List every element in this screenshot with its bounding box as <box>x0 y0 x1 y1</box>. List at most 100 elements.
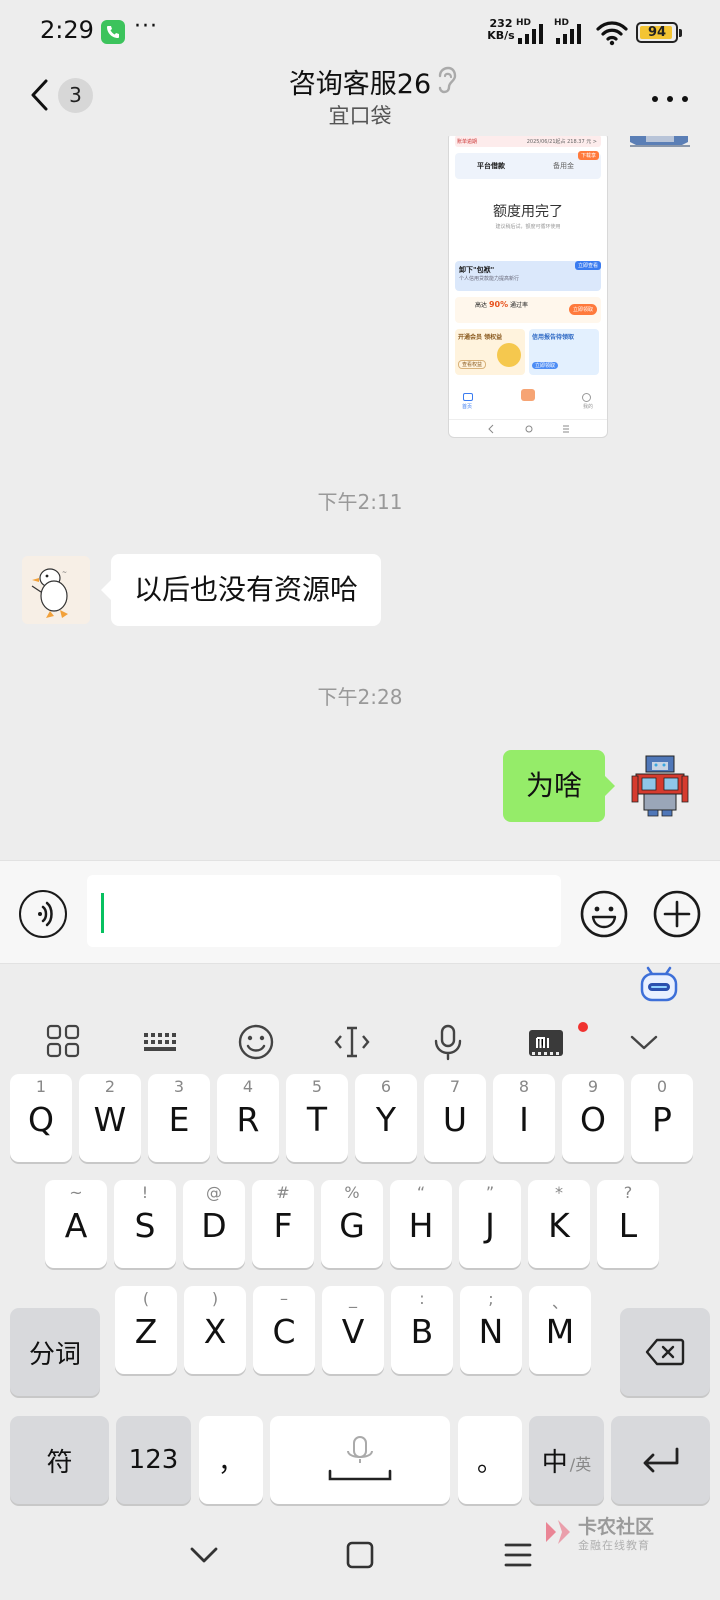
promo-button: 立即领取 <box>568 304 597 315</box>
collapse-keyboard-icon[interactable] <box>624 1022 664 1062</box>
key-v[interactable]: _ V <box>322 1286 384 1374</box>
key-j[interactable]: ” J <box>459 1180 521 1268</box>
nav-recents-icon[interactable] <box>503 1540 533 1570</box>
emoji-button[interactable] <box>580 890 628 938</box>
key-q[interactable]: 1Q <box>10 1074 72 1162</box>
key-hint: ! <box>141 1183 149 1202</box>
nav-back-down-icon[interactable] <box>187 1540 221 1570</box>
message-list[interactable]: 账单逾期 2025/06/21起占 218.37 元 > 平台借款 备用金 下载… <box>0 136 720 860</box>
key-u[interactable]: 7U <box>424 1074 486 1162</box>
voice-input-button[interactable] <box>19 890 67 938</box>
outgoing-message-bubble[interactable]: 为啥 <box>503 750 616 822</box>
key-d[interactable]: @ D <box>183 1180 245 1268</box>
tab-platform-loan: 平台借款 <box>477 162 505 170</box>
comma-key[interactable]: ， <box>199 1416 263 1504</box>
key-hint: 8 <box>518 1077 530 1096</box>
key-h[interactable]: “H <box>390 1180 452 1268</box>
segment-key[interactable]: 分词 <box>10 1308 100 1396</box>
key-hint: 6 <box>380 1077 392 1096</box>
overdue-notice: 账单逾期 2025/06/21起占 218.37 元 > <box>455 136 601 147</box>
key-letter: V <box>341 1312 365 1351</box>
key-hint: 、 <box>551 1293 568 1312</box>
key-n[interactable]: ; N <box>460 1286 522 1374</box>
key-letter: F <box>273 1206 293 1245</box>
key-letter: X <box>203 1312 227 1351</box>
key-letter: C <box>272 1312 296 1351</box>
key-c[interactable]: – C <box>253 1286 315 1374</box>
key-z[interactable]: (Z <box>115 1286 177 1374</box>
quota-used-up-text: 额度用完了 <box>493 204 563 220</box>
member-tile-title: 开通会员 领权益 <box>458 334 503 341</box>
key-e[interactable]: 3E <box>148 1074 210 1162</box>
key-l[interactable]: ? L <box>597 1180 659 1268</box>
language-switch-key[interactable]: 中/英 <box>529 1416 604 1504</box>
key-letter: H <box>408 1206 434 1245</box>
key-m[interactable]: 、 M <box>529 1286 591 1374</box>
service-avatar[interactable]: ~ <box>22 556 90 624</box>
key-y[interactable]: 6Y <box>355 1074 417 1162</box>
key-hint: 3 <box>173 1077 185 1096</box>
more-functions-plus-button[interactable] <box>653 890 701 938</box>
cursor-move-icon[interactable] <box>332 1022 372 1062</box>
microphone-icon[interactable] <box>428 1022 468 1062</box>
key-i[interactable]: 8I <box>493 1074 555 1162</box>
enter-key[interactable] <box>611 1416 710 1504</box>
member-tile-button: 查看权益 <box>458 360 487 369</box>
key-g[interactable]: % G <box>321 1180 383 1268</box>
key-f[interactable]: # F <box>252 1180 314 1268</box>
home-tab-icon <box>463 393 473 401</box>
keyboard-layout-icon[interactable] <box>140 1022 180 1062</box>
text-cursor <box>101 893 104 933</box>
key-letter: Y <box>375 1100 397 1139</box>
more-notifications-icon: ··· <box>134 14 158 39</box>
keyboard-apps-grid-icon[interactable] <box>44 1022 84 1062</box>
key-letter: O <box>580 1100 606 1139</box>
key-p[interactable]: 0P <box>631 1074 693 1162</box>
nav-home-icon[interactable] <box>345 1540 375 1570</box>
key-a[interactable]: ~ A <box>45 1180 107 1268</box>
key-hint: ) <box>211 1289 219 1308</box>
keyboard-mascot-icon[interactable] <box>640 966 678 1006</box>
chat-header: 3 咨询客服26 宜口袋 <box>0 62 720 136</box>
symbols-key[interactable]: 符 <box>10 1416 109 1504</box>
overdue-notice-text: 账单逾期 <box>457 139 478 145</box>
message-timestamp: 下午2:28 <box>317 685 403 709</box>
key-letter: A <box>64 1206 88 1245</box>
key-b[interactable]: :B <box>391 1286 453 1374</box>
network-speed-unit: KB/s <box>487 29 515 42</box>
backspace-icon <box>620 1308 710 1396</box>
backspace-key[interactable] <box>620 1308 710 1396</box>
key-hint: 9 <box>587 1077 599 1096</box>
status-bar: 2:29 ··· 232 KB/s HD HD 94 <box>0 0 720 62</box>
my-avatar[interactable] <box>626 750 694 818</box>
period-key[interactable]: 。 <box>458 1416 522 1504</box>
keyboard-toolbar <box>0 1004 720 1076</box>
overdue-notice-amount: 2025/06/21起占 218.37 元 > <box>526 139 597 145</box>
keyboard-emoji-icon[interactable] <box>236 1022 276 1062</box>
banner-tag: 立即查看 <box>574 261 601 270</box>
network-speed: 232 KB/s <box>486 18 516 42</box>
key-hint: 5 <box>311 1077 323 1096</box>
period-key-label: 。 <box>476 1447 503 1478</box>
key-k[interactable]: * K <box>528 1180 590 1268</box>
incoming-message-bubble[interactable]: 以后也没有资源哈 <box>100 554 382 626</box>
segment-key-label: 分词 <box>28 1339 81 1370</box>
shared-screenshot-image[interactable]: 账单逾期 2025/06/21起占 218.37 元 > 平台借款 备用金 下载… <box>448 136 608 438</box>
home-tab-label: 首页 <box>462 404 473 410</box>
numbers-key[interactable]: 123 <box>116 1416 191 1504</box>
key-s[interactable]: ! S <box>114 1180 176 1268</box>
space-key[interactable] <box>270 1416 450 1504</box>
language-alternate: /英 <box>569 1455 592 1474</box>
key-hint: – <box>280 1289 288 1308</box>
key-o[interactable]: 9O <box>562 1074 624 1162</box>
key-x[interactable]: ) X <box>184 1286 246 1374</box>
key-r[interactable]: 4R <box>217 1074 279 1162</box>
mi-keyboard-icon[interactable] <box>526 1022 566 1062</box>
screenshot-system-nav <box>449 419 607 437</box>
status-time: 2:29 <box>40 16 94 44</box>
key-w[interactable]: 2W <box>79 1074 141 1162</box>
key-t[interactable]: 5T <box>286 1074 348 1162</box>
message-text-input[interactable] <box>87 875 561 947</box>
svg-text:~: ~ <box>62 569 67 576</box>
more-options-icon[interactable] <box>652 96 688 102</box>
